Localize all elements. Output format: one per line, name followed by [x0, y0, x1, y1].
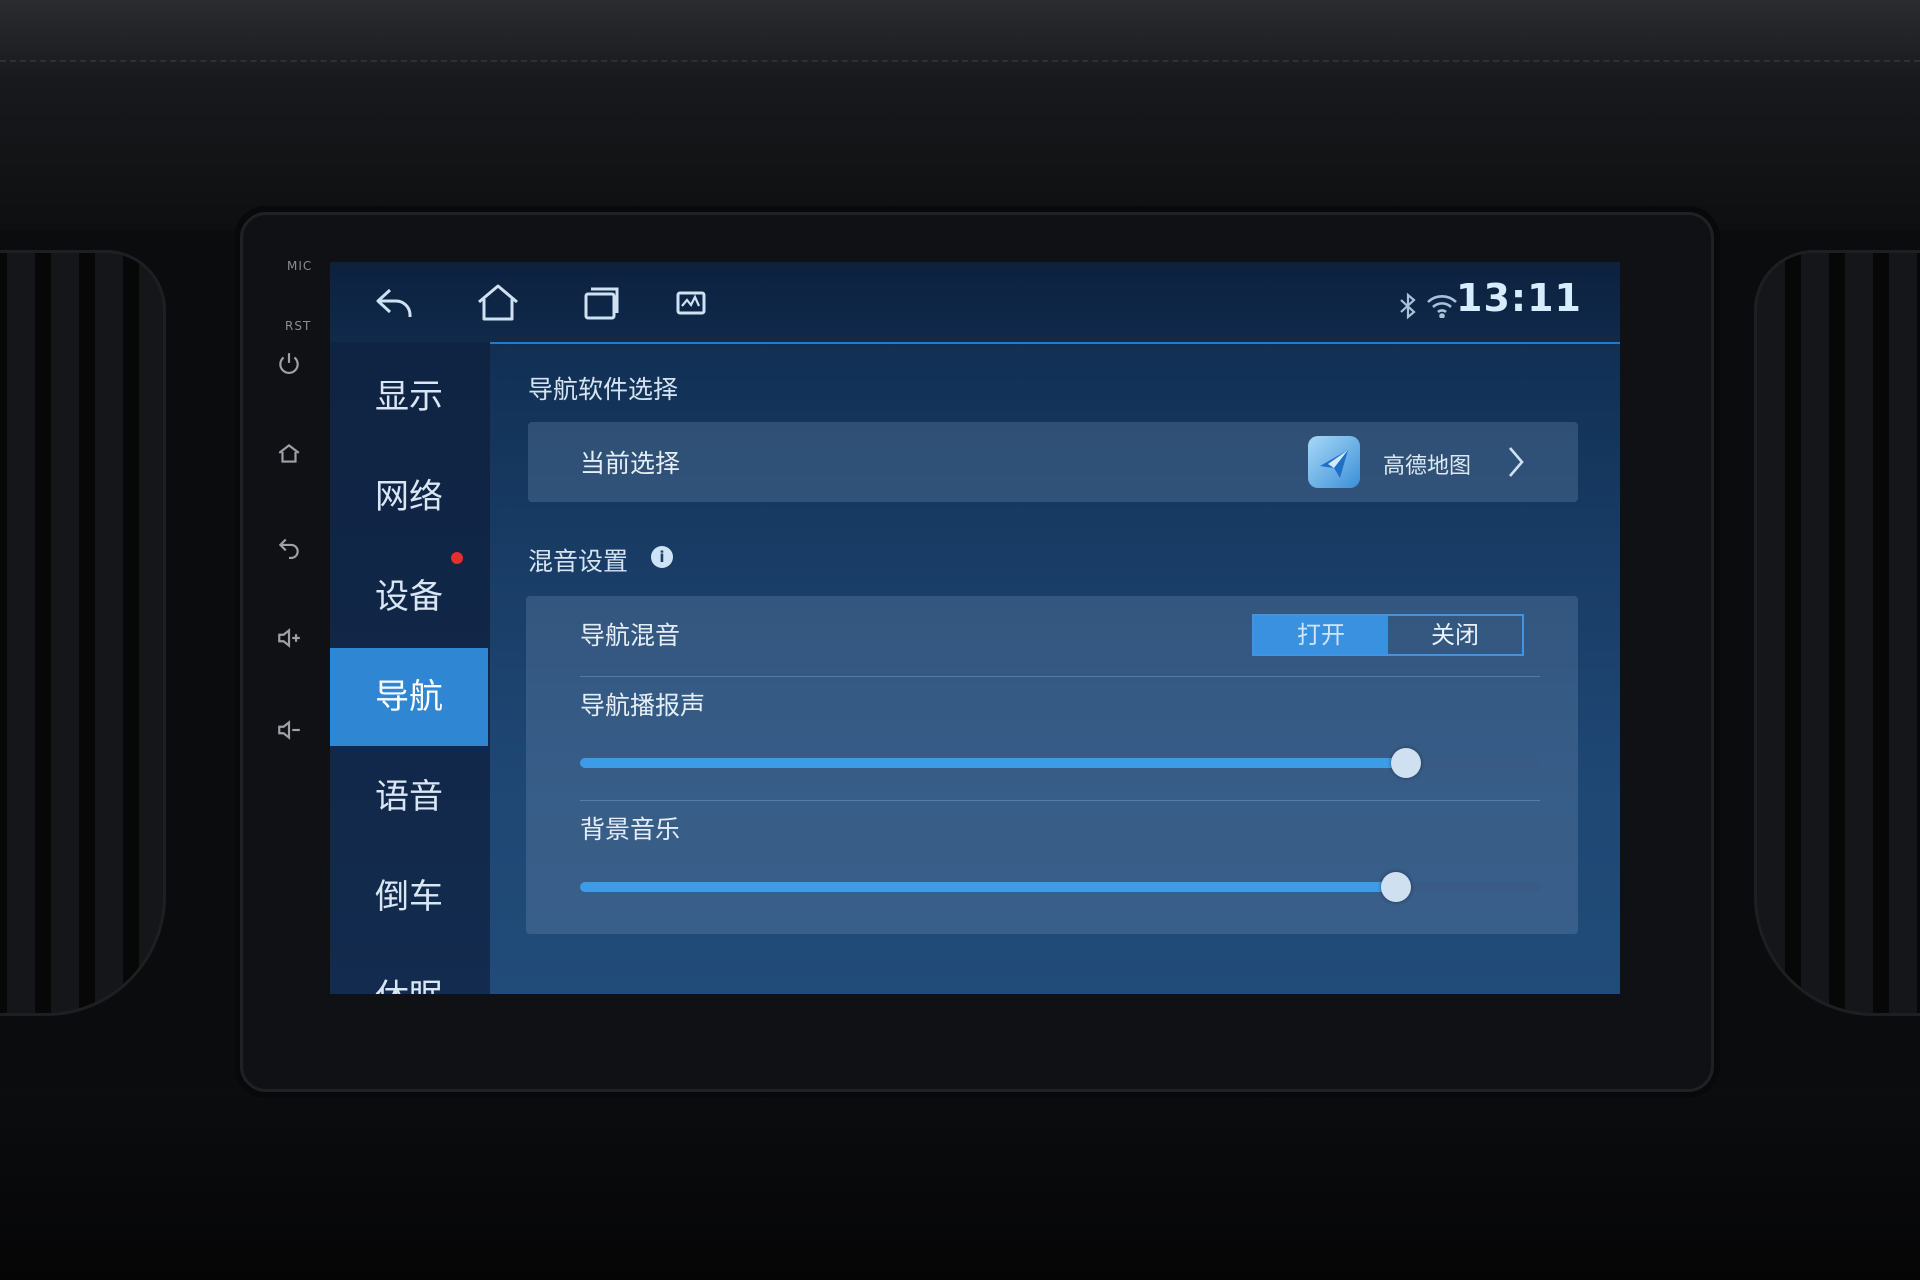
sidebar-item-reverse[interactable]: 倒车 [330, 848, 488, 946]
home-icon[interactable] [475, 280, 521, 326]
monitor-icon[interactable] [668, 280, 714, 326]
nav-software-title: 导航软件选择 [528, 375, 679, 404]
slider-fill [580, 882, 1396, 892]
nav-voice-slider[interactable] [580, 748, 1540, 778]
bg-music-slider[interactable] [580, 872, 1540, 902]
navigation-settings-content: 导航软件选择 当前选择 高德地图 混音设置 i 导航混音 打开 关闭 导航播报声 [490, 342, 1620, 994]
toggle-off-option[interactable]: 关闭 [1388, 616, 1522, 654]
clock: 13:11 [1456, 276, 1582, 320]
nav-mix-toggle[interactable]: 打开 关闭 [1252, 614, 1524, 656]
back-icon[interactable] [372, 280, 418, 326]
settings-sidebar: 显示 网络 设备 导航 语音 倒车 休眠 [330, 342, 490, 994]
nav-mix-label: 导航混音 [580, 621, 681, 650]
volume-up-icon[interactable] [273, 625, 305, 657]
mixing-title: 混音设置 [528, 547, 629, 576]
selected-app-name: 高德地图 [1383, 454, 1472, 479]
bg-music-label: 背景音乐 [580, 815, 681, 844]
top-status-bar: 13:11 [330, 262, 1620, 344]
sidebar-item-navigation[interactable]: 导航 [330, 648, 488, 746]
wifi-icon [1426, 294, 1458, 322]
power-button-icon[interactable] [273, 351, 305, 383]
sidebar-item-voice[interactable]: 语音 [330, 748, 488, 846]
toggle-on-option[interactable]: 打开 [1254, 616, 1388, 654]
display-screen: 13:11 显示 网络 设备 导航 语音 倒车 休眠 导航软件选择 当前选择 高… [330, 262, 1620, 994]
dashboard-bottom [0, 1090, 1920, 1280]
current-selection-label: 当前选择 [580, 449, 681, 478]
bluetooth-icon [1398, 292, 1418, 324]
mic-label: MIC [287, 259, 313, 273]
amap-app-icon [1308, 436, 1360, 488]
sidebar-item-display[interactable]: 显示 [330, 348, 488, 446]
current-selection-row[interactable]: 当前选择 高德地图 [528, 422, 1578, 502]
mixing-panel: 导航混音 打开 关闭 导航播报声 背景音乐 [526, 596, 1578, 934]
sidebar-item-device[interactable]: 设备 [330, 548, 488, 646]
nav-voice-label: 导航播报声 [580, 691, 706, 720]
dashboard-top [0, 0, 1920, 230]
volume-down-icon[interactable] [273, 717, 305, 749]
slider-handle[interactable] [1391, 748, 1421, 778]
notification-dot [451, 552, 463, 564]
left-air-vent [0, 250, 166, 1016]
hw-home-icon[interactable] [273, 441, 305, 473]
right-air-vent [1754, 250, 1920, 1016]
recent-apps-icon[interactable] [578, 280, 624, 326]
sidebar-item-sleep[interactable]: 休眠 [330, 948, 488, 994]
sidebar-item-network[interactable]: 网络 [330, 448, 488, 546]
rst-label[interactable]: RST [285, 319, 311, 333]
dashboard-stitching [0, 60, 1920, 64]
slider-handle[interactable] [1381, 872, 1411, 902]
info-icon[interactable]: i [651, 546, 673, 568]
slider-fill [580, 758, 1406, 768]
row-divider [580, 676, 1540, 677]
row-divider [580, 800, 1540, 801]
chevron-right-icon [1506, 444, 1526, 484]
hw-back-icon[interactable] [273, 533, 305, 565]
